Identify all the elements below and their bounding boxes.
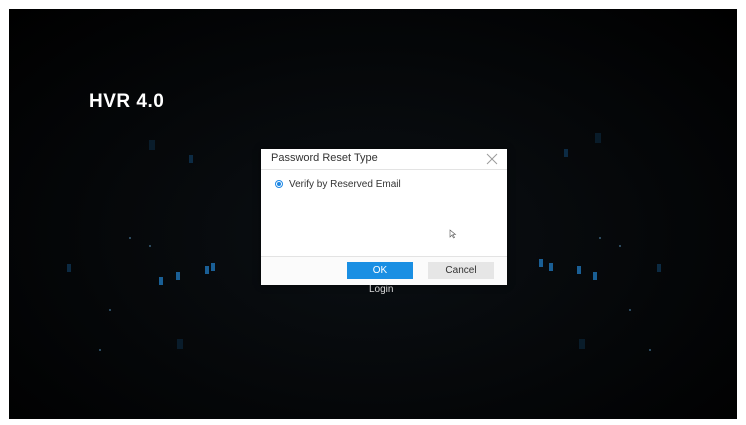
decor-dot — [629, 309, 631, 311]
decor-light-tile — [593, 272, 597, 280]
decor-dot — [109, 309, 111, 311]
close-icon[interactable] — [485, 152, 499, 166]
decor-dot — [99, 349, 101, 351]
dialog-title: Password Reset Type — [271, 152, 378, 164]
decor-dot — [149, 245, 151, 247]
ok-button[interactable]: OK — [347, 262, 413, 279]
decor-light-tile — [657, 264, 661, 272]
dialog-footer: OK Cancel — [261, 256, 507, 285]
verify-by-email-option[interactable]: Verify by Reserved Email — [275, 177, 401, 191]
decor-light-tile — [595, 133, 601, 143]
decor-light-tile — [577, 266, 581, 274]
decor-light-tile — [159, 277, 163, 285]
dialog-header: Password Reset Type — [261, 149, 507, 170]
decor-light-tile — [189, 155, 193, 163]
decor-light-tile — [211, 263, 215, 271]
decor-dot — [649, 349, 651, 351]
decor-dot — [619, 245, 621, 247]
decor-light-tile — [564, 149, 568, 157]
mouse-pointer-icon — [449, 226, 457, 239]
decor-light-tile — [176, 272, 180, 280]
decor-light-tile — [539, 259, 543, 267]
decor-light-tile — [177, 339, 183, 349]
decor-light-tile — [149, 140, 155, 150]
decor-light-tile — [579, 339, 585, 349]
cancel-button[interactable]: Cancel — [428, 262, 494, 279]
decor-light-tile — [205, 266, 209, 274]
decor-light-tile — [549, 263, 553, 271]
decor-dot — [129, 237, 131, 239]
login-button[interactable]: Login — [369, 284, 393, 295]
radio-selected-icon[interactable] — [275, 180, 283, 188]
decor-light-tile — [67, 264, 71, 272]
app-brand-title: HVR 4.0 — [89, 91, 165, 112]
password-reset-type-dialog: Password Reset Type Verify by Reserved E… — [261, 149, 507, 285]
decor-dot — [599, 237, 601, 239]
option-label: Verify by Reserved Email — [289, 178, 401, 190]
